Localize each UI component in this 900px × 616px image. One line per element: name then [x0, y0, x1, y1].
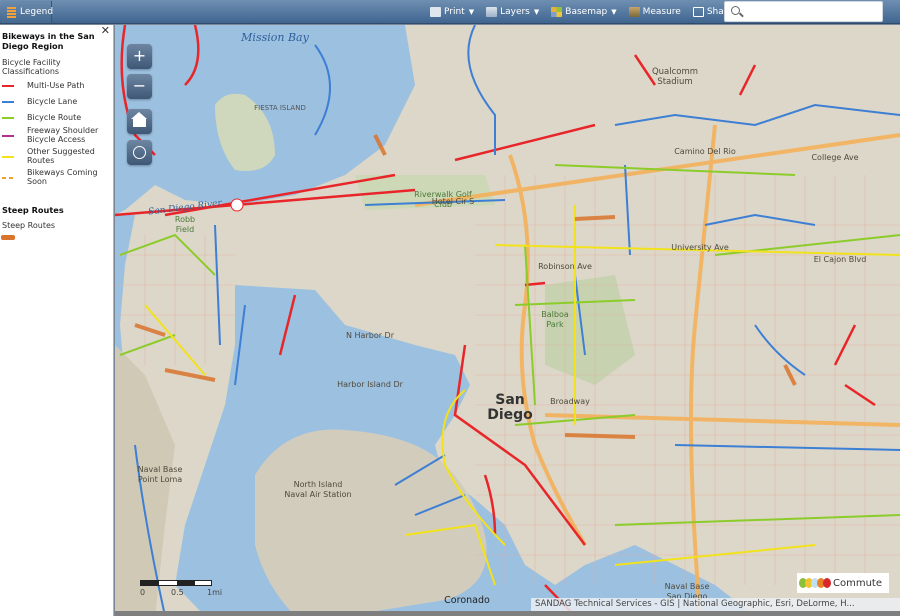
legend-subtitle: Bicycle Facility Classifications	[2, 58, 61, 76]
basemap-label: Basemap	[565, 7, 608, 17]
top-toolbar: Legend Print ▼ Layers ▼ Basemap ▼ Measur…	[0, 0, 900, 24]
scale-tick-label: 1mi	[207, 588, 223, 597]
close-icon[interactable]: ✕	[101, 24, 110, 37]
bicycle-lane-swatch	[2, 101, 14, 103]
basemap-icon	[551, 7, 563, 17]
legend-item-label: Bicycle Route	[27, 113, 82, 122]
legend-item-label: Multi-Use Path	[27, 81, 85, 90]
legend-toggle-button[interactable]: Legend	[2, 1, 54, 23]
i8-shield-icon	[230, 198, 244, 212]
layers-label: Layers	[500, 7, 530, 17]
search-icon	[731, 6, 740, 15]
scale-tick-label: 0	[140, 588, 146, 597]
share-link-icon	[692, 7, 704, 17]
legend-item-label: Other Suggested Routes	[27, 147, 95, 165]
home-icon	[131, 112, 147, 127]
legend-item-label: Bicycle Lane	[27, 97, 78, 106]
bottom-bar	[115, 611, 900, 616]
legend-title: Bikeways in the San Diego Region	[2, 31, 95, 51]
scale-bar	[140, 580, 212, 586]
zoom-out-button[interactable]: −	[127, 74, 152, 99]
attribution[interactable]: SANDAG Technical Services - GIS | Nation…	[531, 598, 900, 611]
logo-dots-icon	[799, 578, 831, 588]
steep-routes-heading: Steep Routes	[2, 205, 64, 215]
freeway-shoulder-swatch	[2, 135, 14, 137]
legend-panel: ✕ Bikeways in the San Diego Region Bicyc…	[0, 24, 114, 616]
icommute-logo: Commute	[797, 573, 889, 593]
basemap-svg	[115, 25, 900, 616]
locate-icon	[133, 146, 146, 159]
layers-button[interactable]: Layers ▼	[486, 7, 539, 17]
print-button[interactable]: Print ▼	[430, 7, 474, 17]
chevron-down-icon: ▼	[533, 8, 540, 16]
layers-icon	[486, 7, 498, 17]
home-button[interactable]	[127, 109, 152, 134]
locate-button[interactable]	[127, 140, 152, 165]
measure-label: Measure	[642, 7, 681, 17]
printer-icon	[430, 7, 441, 17]
print-label: Print	[444, 7, 465, 17]
tool-buttons: Print ▼ Layers ▼ Basemap ▼ Measure Share…	[430, 0, 754, 24]
basemap-button[interactable]: Basemap ▼	[551, 7, 617, 17]
chevron-down-icon: ▼	[468, 8, 475, 16]
steep-routes-label: Steep Routes	[2, 221, 56, 230]
other-suggested-swatch	[2, 156, 14, 158]
legend-button-label: Legend	[20, 7, 54, 17]
legend-item-label: Freeway Shoulder Bicycle Access	[27, 126, 99, 144]
zoom-in-button[interactable]: +	[127, 44, 152, 69]
bicycle-route-swatch	[2, 117, 14, 119]
search-input[interactable]	[745, 4, 880, 19]
legend-item-label: Bikeways Coming Soon	[27, 168, 98, 186]
measure-button[interactable]: Measure	[628, 7, 681, 17]
logo-text: Commute	[833, 577, 882, 589]
legend-list-icon	[7, 7, 16, 18]
chevron-down-icon: ▼	[611, 8, 617, 16]
search-box[interactable]	[724, 1, 883, 22]
steep-routes-swatch	[1, 235, 15, 240]
measure-icon	[628, 7, 640, 17]
map-canvas[interactable]: Mission Bay FIESTA ISLAND San Diego Rive…	[115, 25, 900, 616]
map-app: Legend Print ▼ Layers ▼ Basemap ▼ Measur…	[0, 0, 900, 616]
multi-use-path-swatch	[2, 85, 14, 87]
scale-tick-label: 0.5	[171, 588, 184, 597]
coming-soon-swatch	[2, 177, 14, 179]
